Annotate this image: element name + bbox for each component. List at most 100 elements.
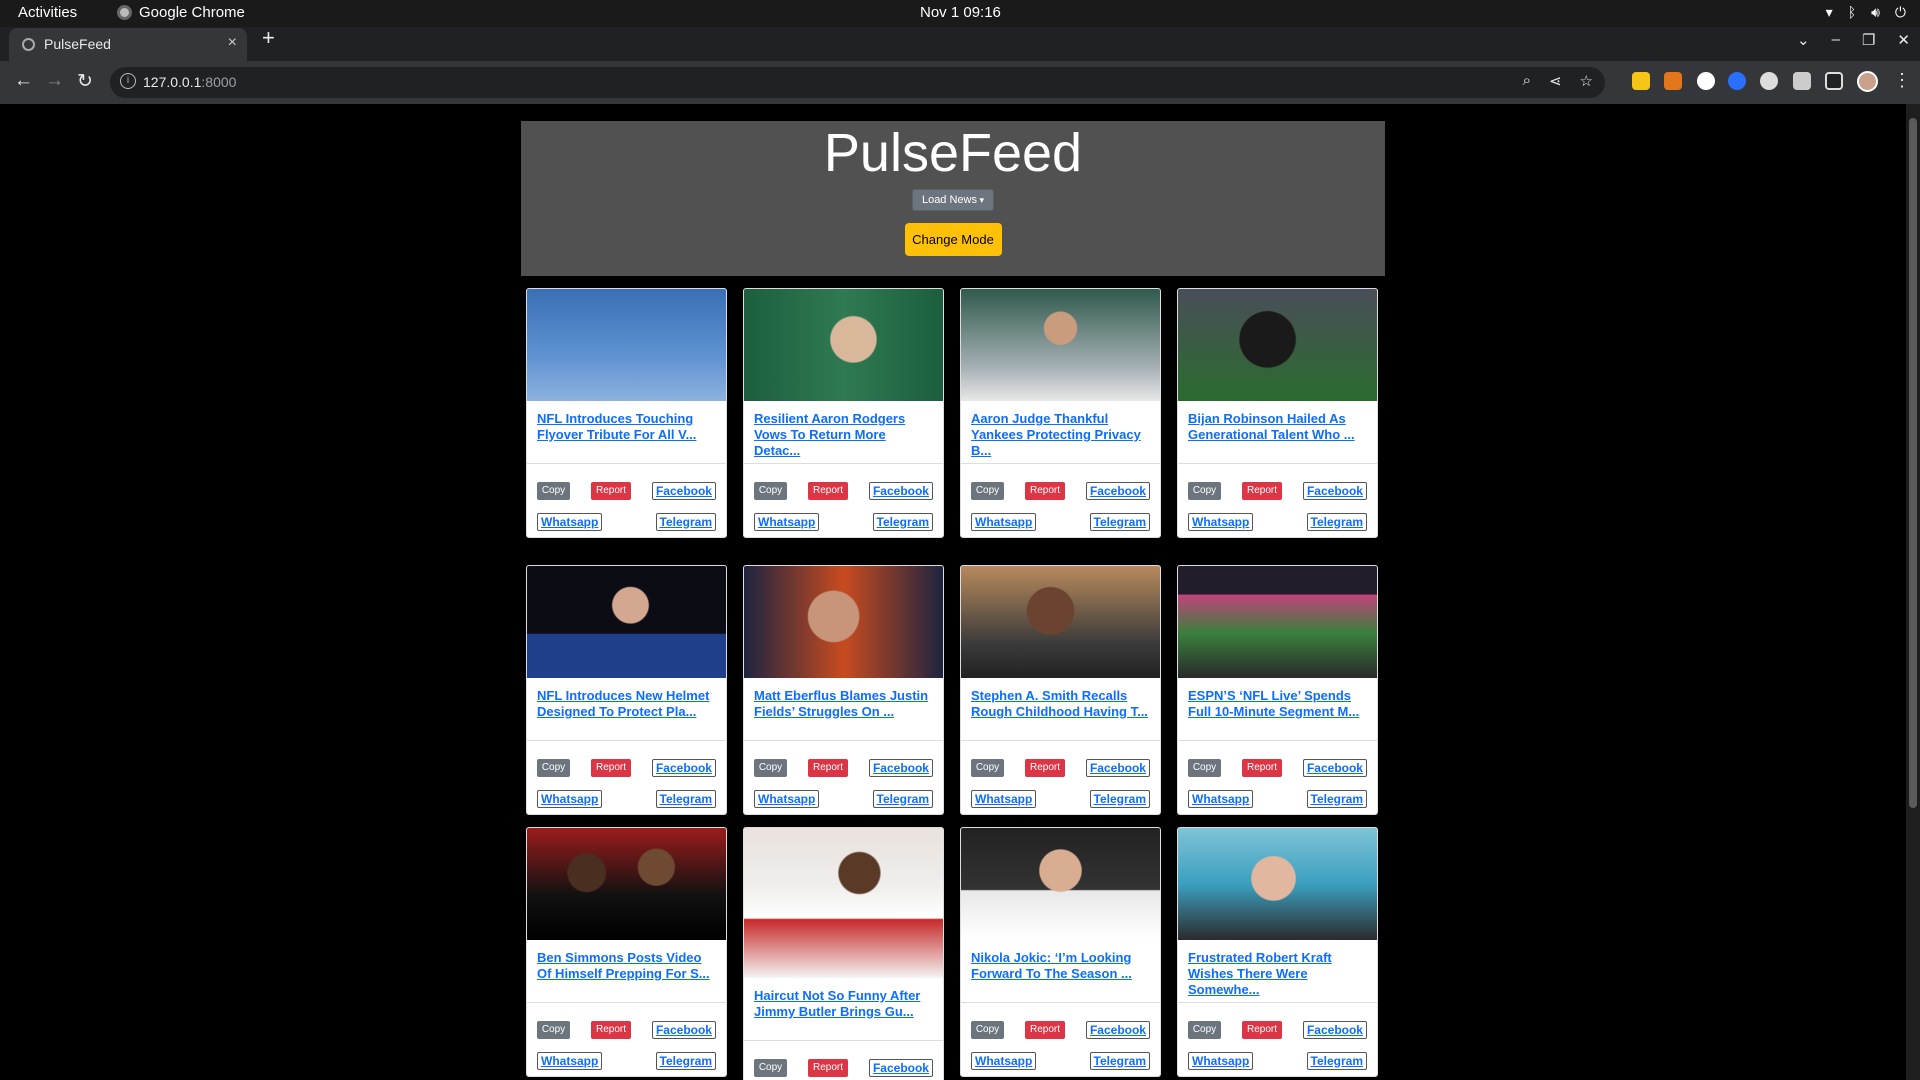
telegram-share-button[interactable]: Telegram — [655, 512, 716, 531]
report-button[interactable]: Report — [1024, 1020, 1065, 1039]
news-headline-link[interactable]: Nikola Jokic: ‘I’m Looking Forward To Th… — [961, 940, 1160, 1002]
window-close-icon[interactable]: ✕ — [1897, 31, 1910, 49]
change-mode-button[interactable]: Change Mode — [904, 223, 1002, 256]
facebook-share-button[interactable]: Facebook — [1302, 481, 1367, 500]
telegram-share-button[interactable]: Telegram — [1306, 1051, 1367, 1070]
side-panel-icon[interactable] — [1825, 72, 1843, 90]
whatsapp-share-button[interactable]: Whatsapp — [1188, 789, 1254, 808]
news-thumbnail[interactable] — [527, 566, 726, 678]
facebook-share-button[interactable]: Facebook — [1085, 481, 1150, 500]
page-scrollbar[interactable] — [1906, 104, 1920, 1080]
extension-pencil-icon[interactable] — [1632, 72, 1650, 90]
clock[interactable]: Nov 1 09:16 — [920, 4, 1001, 21]
report-button[interactable]: Report — [1024, 758, 1065, 777]
whatsapp-share-button[interactable]: Whatsapp — [537, 1051, 603, 1070]
telegram-share-button[interactable]: Telegram — [1089, 512, 1150, 531]
news-headline-link[interactable]: Matt Eberflus Blames Justin Fields’ Stru… — [744, 678, 943, 740]
whatsapp-share-button[interactable]: Whatsapp — [971, 512, 1037, 531]
report-button[interactable]: Report — [590, 1020, 631, 1039]
load-news-dropdown[interactable]: Load News — [911, 189, 995, 211]
news-thumbnail[interactable] — [1178, 566, 1377, 678]
site-info-icon[interactable]: i — [120, 73, 136, 89]
report-button[interactable]: Report — [807, 1058, 848, 1077]
whatsapp-share-button[interactable]: Whatsapp — [971, 789, 1037, 808]
telegram-share-button[interactable]: Telegram — [655, 789, 716, 808]
activities-button[interactable]: Activities — [18, 4, 77, 21]
news-headline-link[interactable]: NFL Introduces Touching Flyover Tribute … — [527, 401, 726, 463]
news-thumbnail[interactable] — [961, 289, 1160, 401]
extension-w-icon[interactable] — [1760, 72, 1778, 90]
new-tab-button[interactable]: + — [262, 25, 275, 51]
copy-button[interactable]: Copy — [1188, 758, 1221, 777]
facebook-share-button[interactable]: Facebook — [1302, 758, 1367, 777]
news-thumbnail[interactable] — [527, 828, 726, 940]
whatsapp-share-button[interactable]: Whatsapp — [1188, 1051, 1254, 1070]
telegram-share-button[interactable]: Telegram — [655, 1051, 716, 1070]
extension-circle-icon[interactable] — [1697, 72, 1715, 90]
address-bar[interactable]: i 127.0.0.1:8000 ⌕ ⋖ ☆ — [110, 67, 1605, 98]
news-thumbnail[interactable] — [961, 566, 1160, 678]
browser-tab[interactable]: PulseFeed × — [9, 28, 247, 61]
facebook-share-button[interactable]: Facebook — [651, 1020, 716, 1039]
whatsapp-share-button[interactable]: Whatsapp — [971, 1051, 1037, 1070]
whatsapp-share-button[interactable]: Whatsapp — [1188, 512, 1254, 531]
news-thumbnail[interactable] — [1178, 289, 1377, 401]
news-headline-link[interactable]: Resilient Aaron Rodgers Vows To Return M… — [744, 401, 943, 463]
facebook-share-button[interactable]: Facebook — [651, 758, 716, 777]
news-headline-link[interactable]: Stephen A. Smith Recalls Rough Childhood… — [961, 678, 1160, 740]
copy-button[interactable]: Copy — [754, 758, 787, 777]
news-thumbnail[interactable] — [527, 289, 726, 401]
facebook-share-button[interactable]: Facebook — [651, 481, 716, 500]
facebook-share-button[interactable]: Facebook — [868, 1058, 933, 1077]
restore-icon[interactable]: ❐ — [1862, 31, 1875, 49]
copy-button[interactable]: Copy — [1188, 481, 1221, 500]
report-button[interactable]: Report — [1024, 481, 1065, 500]
copy-button[interactable]: Copy — [537, 1020, 570, 1039]
facebook-share-button[interactable]: Facebook — [868, 758, 933, 777]
facebook-share-button[interactable]: Facebook — [868, 481, 933, 500]
report-button[interactable]: Report — [807, 758, 848, 777]
share-icon[interactable]: ⋖ — [1549, 72, 1562, 90]
extensions-puzzle-icon[interactable] — [1793, 72, 1811, 90]
whatsapp-share-button[interactable]: Whatsapp — [537, 512, 603, 531]
news-thumbnail[interactable] — [961, 828, 1160, 940]
facebook-share-button[interactable]: Facebook — [1085, 758, 1150, 777]
telegram-share-button[interactable]: Telegram — [872, 789, 933, 808]
news-thumbnail[interactable] — [744, 289, 943, 401]
whatsapp-share-button[interactable]: Whatsapp — [537, 789, 603, 808]
minimize-icon[interactable]: – — [1832, 31, 1840, 49]
scrollbar-thumb[interactable] — [1909, 118, 1917, 808]
telegram-share-button[interactable]: Telegram — [1089, 789, 1150, 808]
copy-button[interactable]: Copy — [1188, 1020, 1221, 1039]
report-button[interactable]: Report — [807, 481, 848, 500]
telegram-share-button[interactable]: Telegram — [1089, 1051, 1150, 1070]
news-headline-link[interactable]: NFL Introduces New Helmet Designed To Pr… — [527, 678, 726, 740]
copy-button[interactable]: Copy — [754, 481, 787, 500]
url-text[interactable]: 127.0.0.1:8000 — [143, 74, 236, 90]
report-button[interactable]: Report — [1241, 481, 1282, 500]
zoom-icon[interactable]: ⌕ — [1523, 72, 1531, 90]
news-headline-link[interactable]: Haircut Not So Funny After Jimmy Butler … — [744, 978, 943, 1040]
copy-button[interactable]: Copy — [537, 758, 570, 777]
forward-icon[interactable]: → — [45, 70, 64, 92]
profile-avatar[interactable] — [1857, 71, 1878, 92]
news-headline-link[interactable]: Ben Simmons Posts Video Of Himself Prepp… — [527, 940, 726, 1002]
telegram-share-button[interactable]: Telegram — [1306, 512, 1367, 531]
copy-button[interactable]: Copy — [971, 758, 1004, 777]
report-button[interactable]: Report — [1241, 758, 1282, 777]
chrome-menu-icon[interactable]: ⋮ — [1893, 70, 1911, 91]
extension-wave-icon[interactable] — [1728, 72, 1746, 90]
copy-button[interactable]: Copy — [754, 1058, 787, 1077]
facebook-share-button[interactable]: Facebook — [1302, 1020, 1367, 1039]
report-button[interactable]: Report — [590, 481, 631, 500]
app-menu[interactable]: Google Chrome — [117, 4, 245, 21]
news-thumbnail[interactable] — [744, 828, 943, 978]
news-headline-link[interactable]: Aaron Judge Thankful Yankees Protecting … — [961, 401, 1160, 463]
extension-fox-icon[interactable] — [1664, 72, 1682, 90]
telegram-share-button[interactable]: Telegram — [872, 512, 933, 531]
copy-button[interactable]: Copy — [971, 1020, 1004, 1039]
copy-button[interactable]: Copy — [971, 481, 1004, 500]
system-tray[interactable]: ▾ ᛒ 🔊︎ ⏻ — [1826, 4, 1906, 21]
report-button[interactable]: Report — [590, 758, 631, 777]
telegram-share-button[interactable]: Telegram — [1306, 789, 1367, 808]
